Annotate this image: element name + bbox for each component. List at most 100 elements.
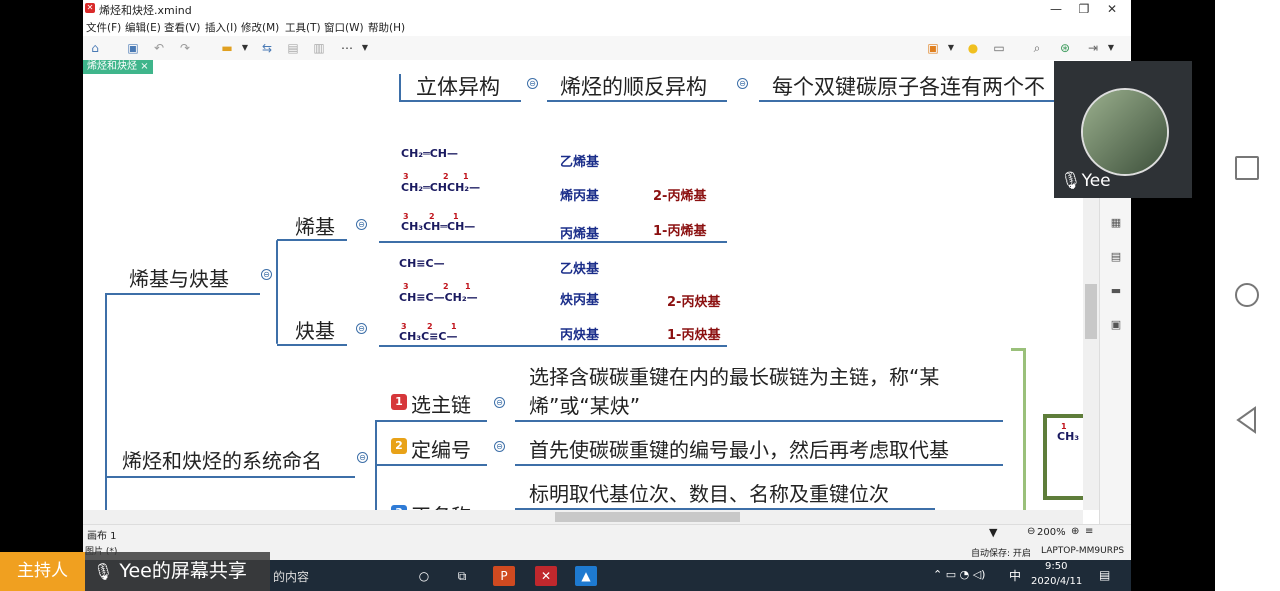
zoom-out-icon[interactable]: ⊖ [1027,526,1035,537]
ime-indicator[interactable]: 中 [1009,567,1021,584]
tray-icons[interactable]: ⌃ ▭ ◔ ◁) [933,568,985,581]
node-cis-trans[interactable]: 烯烃的顺反异构 [560,74,707,101]
presentation-dropdown-icon[interactable]: ▼ [943,40,959,56]
participant-name: 🎙Yee [1060,171,1111,191]
scroll-thumb[interactable] [555,512,740,522]
save-icon[interactable]: ▣ [125,40,141,56]
node-stereoisomer[interactable]: 立体异构 [416,74,500,101]
connector [399,74,401,102]
task-icon[interactable]: ▣ [1108,318,1124,334]
more-icon[interactable]: ⋯ [339,40,355,56]
share-icon[interactable]: ⊛ [1057,40,1073,56]
dropdown-icon[interactable]: ▼ [237,40,253,56]
canvas-label[interactable]: 画布 1 [87,527,117,542]
panel-icon[interactable]: ▭ [991,40,1007,56]
horizontal-scrollbar[interactable] [83,510,1083,524]
title-bar: ✕ 烯烃和炔烃.xmind — ❐ ✕ [83,0,1131,18]
boundary-icon[interactable]: ▤ [285,40,301,56]
zoom-in-icon[interactable]: ⊕ [1071,526,1079,537]
meeting-app-icon[interactable]: ▲ [575,566,597,586]
summary-icon[interactable]: ▥ [311,40,327,56]
microphone-icon: 🎙 [1060,171,1082,191]
tab-document[interactable]: 烯烃和炔烃 × [83,60,153,74]
collapse-icon[interactable]: ⊖ [357,452,368,463]
menu-view[interactable]: 查看(V) [164,20,200,35]
carbon-number: 3 [403,172,409,181]
collapse-icon[interactable]: ⊖ [261,269,272,280]
back-icon[interactable] [1235,406,1259,434]
search-icon[interactable]: ⌕ [1029,40,1045,56]
menu-bar: 文件(F) 编辑(E) 查看(V) 插入(I) 修改(M) 工具(T) 窗口(W… [83,18,1131,36]
task-view-icon[interactable]: ⧉ [451,566,473,586]
menu-modify[interactable]: 修改(M) [241,20,279,35]
search-box-text[interactable]: 的内容 [273,568,309,585]
menu-tools[interactable]: 工具(T) [285,20,321,35]
connector [276,240,278,344]
tab-close-icon[interactable]: × [140,61,148,72]
connector [377,464,487,466]
fit-icon[interactable]: ≡ [1085,526,1093,537]
scroll-thumb[interactable] [1085,284,1097,339]
undo-icon[interactable]: ↶ [151,40,167,56]
more-dropdown-icon[interactable]: ▼ [357,40,373,56]
menu-file[interactable]: 文件(F) [86,20,121,35]
home-circle-icon[interactable] [1235,283,1259,307]
menu-window[interactable]: 窗口(W) [324,20,364,35]
notes-icon[interactable]: ▤ [1108,250,1124,266]
menu-edit[interactable]: 编辑(E) [125,20,161,35]
menu-help[interactable]: 帮助(H) [368,20,405,35]
relationship-icon[interactable]: ⇆ [259,40,275,56]
maximize-button[interactable]: ❐ [1069,0,1099,18]
collapse-icon[interactable]: ⊖ [356,323,367,334]
node-numbering[interactable]: 定编号 [411,434,471,463]
cortana-icon[interactable]: ○ [413,566,435,586]
collapse-icon[interactable]: ⊖ [527,78,538,89]
node-full-name[interactable]: 正名称 [411,500,471,510]
mindmap-canvas[interactable]: 立体异构 ⊖ 烯烃的顺反异构 ⊖ 每个双键碳原子各连有两个不 烯基与炔基 ⊖ 烯… [83,74,1083,510]
redo-icon[interactable]: ↷ [177,40,193,56]
node-alkynyl[interactable]: 炔基 [295,315,335,344]
clock-date[interactable]: 2020/4/11 [1031,576,1082,587]
clock-time[interactable]: 9:50 [1045,561,1067,572]
node-step1-desc[interactable]: 选择含碳碳重键在内的最长碳链为主链，称“某 [529,361,939,390]
node-systematic-naming[interactable]: 烯烃和炔烃的系统命名 [122,445,322,474]
topic-icon[interactable]: ▬ [219,40,235,56]
recents-icon[interactable] [1235,156,1259,180]
home-icon[interactable]: ⌂ [87,40,103,56]
connector [277,239,347,241]
menu-insert[interactable]: 插入(I) [205,20,237,35]
comment-icon[interactable]: ▬ [1108,284,1124,300]
participant-video[interactable]: 🎙Yee [1054,61,1192,198]
notification-icon[interactable]: ▤ [1099,568,1110,582]
node-alkenyl[interactable]: 烯基 [295,211,335,240]
zoom-level[interactable]: 200% [1037,527,1066,538]
export-icon[interactable]: ⇥ [1085,40,1101,56]
powerpoint-icon[interactable]: P [493,566,515,586]
idea-bulb-icon[interactable]: ● [965,40,981,56]
minimize-button[interactable]: — [1041,0,1071,18]
collapse-icon[interactable]: ⊖ [356,219,367,230]
name-propynyl: 丙炔基 [560,328,600,343]
node-step2-desc[interactable]: 首先使碳碳重键的编号最小，然后再考虑取代基 [529,434,949,463]
node-alkenyl-alkynyl[interactable]: 烯基与炔基 [129,263,229,292]
close-button[interactable]: ✕ [1097,0,1127,18]
collapse-icon[interactable]: ⊖ [737,78,748,89]
connector [105,293,260,295]
avatar [1081,88,1169,176]
format-icon[interactable]: ▦ [1108,216,1124,232]
formula-side: CH₃ [1057,430,1080,443]
node-step3-desc[interactable]: 标明取代基位次、数目、名称及重键位次 [529,478,889,507]
collapse-icon[interactable]: ⊖ [494,397,505,408]
autosave-status: 自动保存: 开启 [971,549,1031,559]
collapse-icon[interactable]: ⊖ [494,441,505,452]
carbon-number: 3 [403,282,409,291]
share-owner-text: Yee的屏幕共享 [119,560,247,582]
node-select-main-chain[interactable]: 选主链 [411,389,471,418]
filter-icon[interactable]: ▼ [989,526,997,539]
xmind-taskbar-icon[interactable]: ✕ [535,566,557,586]
export-dropdown-icon[interactable]: ▼ [1103,40,1119,56]
name-1-propynyl: 1-丙炔基 [667,328,721,343]
node-double-bond-note[interactable]: 每个双键碳原子各连有两个不 [772,74,1045,101]
presentation-icon[interactable]: ▣ [925,40,941,56]
carbon-number: 1 [465,282,471,291]
